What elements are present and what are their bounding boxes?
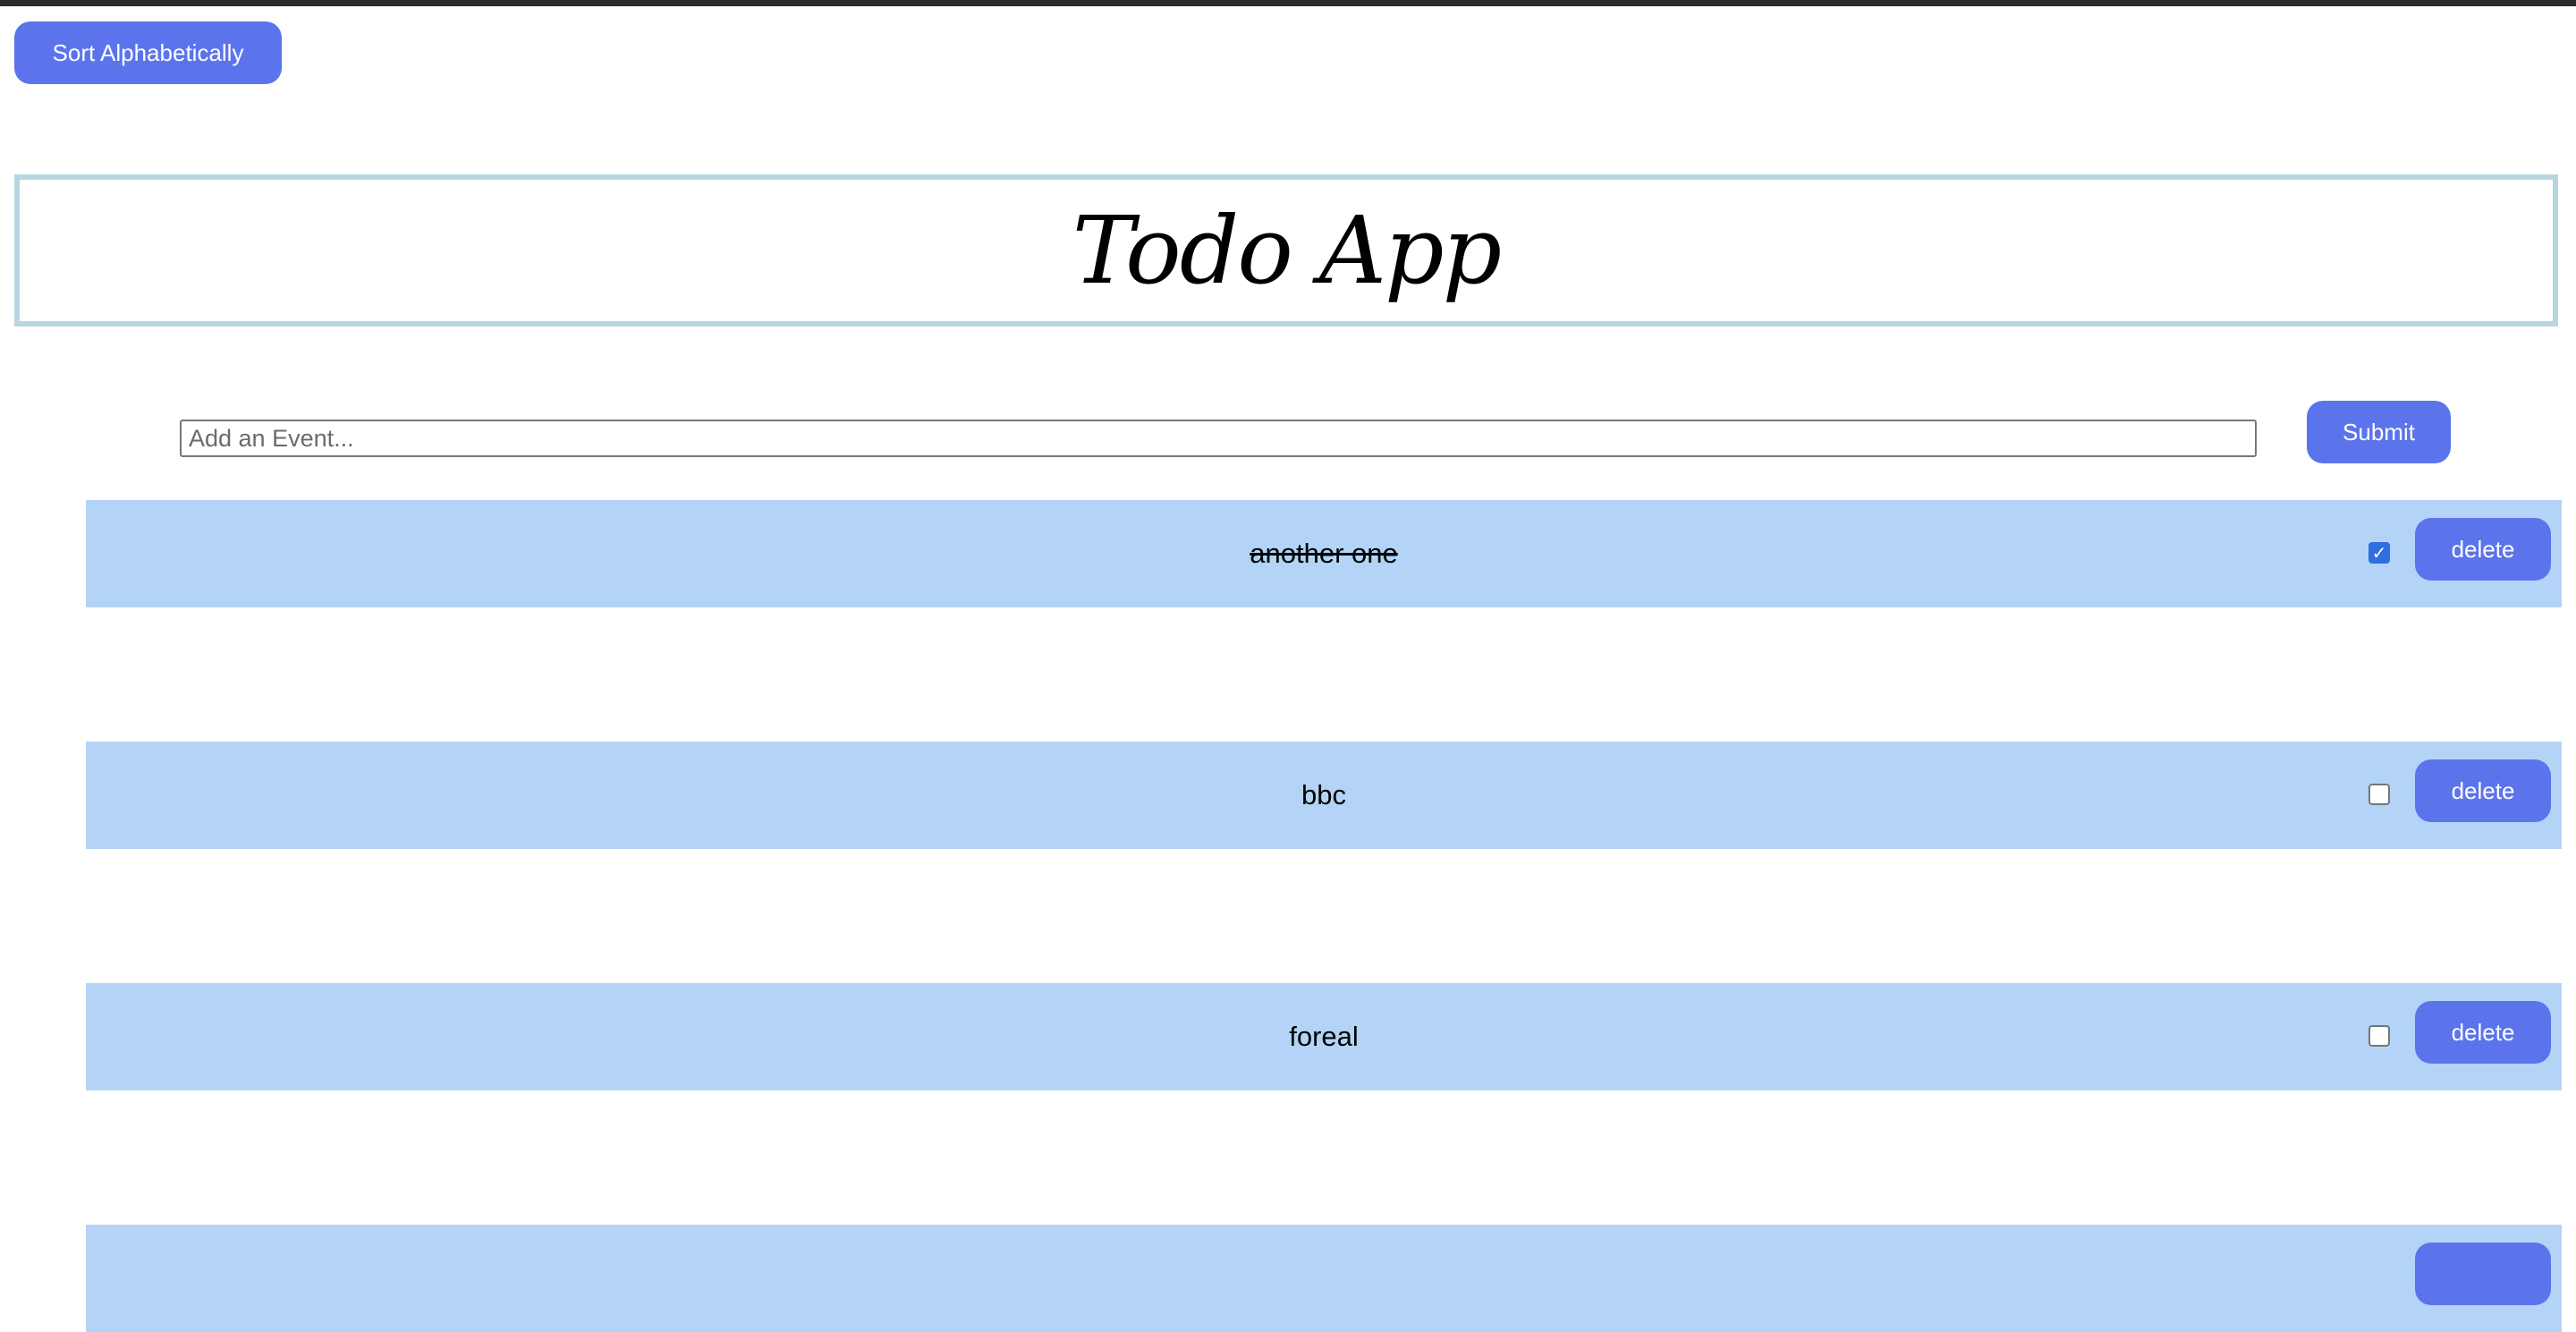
todo-item <box>86 1225 2562 1332</box>
delete-button[interactable]: delete <box>2415 518 2551 581</box>
todo-checkbox[interactable] <box>2368 784 2390 805</box>
todo-item: bbc delete <box>86 742 2562 849</box>
app-header: Todo App <box>14 174 2558 327</box>
todo-item: another one ✓ delete <box>86 500 2562 607</box>
sort-alphabetically-button[interactable]: Sort Alphabetically <box>14 21 282 84</box>
todo-text: foreal <box>1289 1021 1359 1052</box>
todo-text <box>86 1225 2562 1332</box>
delete-button[interactable]: delete <box>2415 1001 2551 1064</box>
delete-button[interactable] <box>2415 1243 2551 1305</box>
window-top-edge <box>0 0 2576 6</box>
todo-text: bbc <box>1301 779 1346 810</box>
delete-button[interactable]: delete <box>2415 759 2551 822</box>
submit-button[interactable]: Submit <box>2307 401 2451 463</box>
todo-checkbox[interactable] <box>2368 1025 2390 1047</box>
todo-checkbox[interactable]: ✓ <box>2368 542 2390 564</box>
todo-text: another one <box>1250 538 1398 569</box>
add-event-input[interactable] <box>180 420 2257 457</box>
todo-item: foreal delete <box>86 983 2562 1090</box>
page-title: Todo App <box>1072 196 1502 305</box>
checkmark-icon: ✓ <box>2371 542 2387 564</box>
